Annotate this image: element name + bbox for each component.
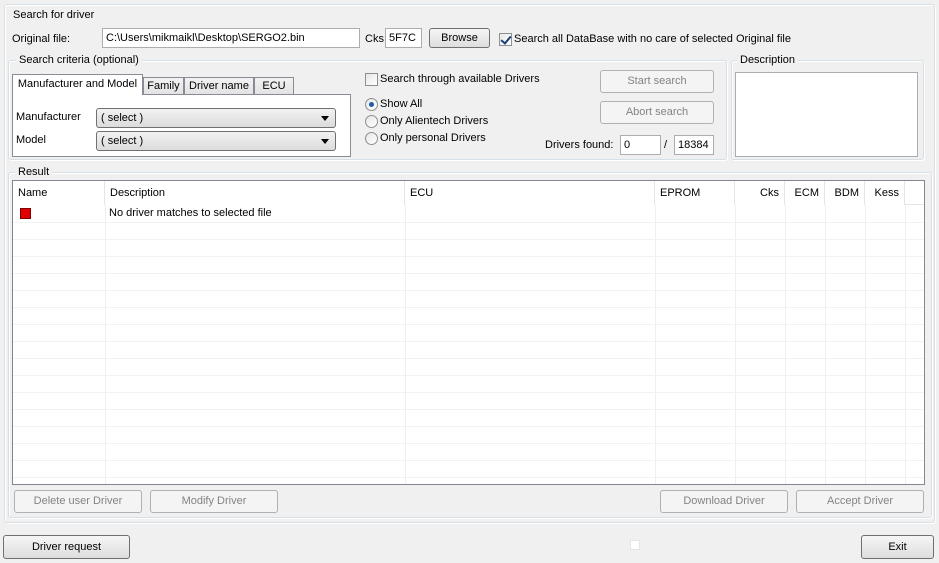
search-criteria-title: Search criteria (optional) — [16, 54, 142, 66]
grid-row-line — [13, 460, 924, 461]
col-header-cks[interactable]: Cks — [735, 181, 785, 205]
table-row[interactable]: No driver matches to selected file — [13, 205, 924, 222]
start-search-button[interactable]: Start search — [600, 70, 714, 93]
tab-manufacturer-model[interactable]: Manufacturer and Model — [12, 74, 143, 95]
exit-button[interactable]: Exit — [861, 535, 934, 559]
grid-row-line — [13, 409, 924, 410]
modify-driver-button[interactable]: Modify Driver — [150, 490, 278, 513]
col-header-name[interactable]: Name — [13, 181, 105, 205]
cks-label: Cks — [365, 33, 384, 45]
description-title: Description — [737, 54, 799, 66]
accept-driver-button[interactable]: Accept Driver — [796, 490, 924, 513]
row-description-cell: No driver matches to selected file — [109, 207, 272, 219]
browse-button[interactable]: Browse — [429, 28, 490, 48]
drivers-found-field: 0 — [620, 135, 661, 155]
drivers-total-field: 18384 — [674, 135, 714, 155]
manufacturer-select[interactable]: ( select ) — [96, 108, 336, 128]
grid-row-line — [13, 443, 924, 444]
grid-row-line — [13, 239, 924, 240]
radio-show-all-label[interactable]: Show All — [380, 97, 422, 111]
search-available-checkbox[interactable] — [365, 73, 378, 86]
grid-row-line — [13, 273, 924, 274]
drivers-separator: / — [664, 139, 668, 151]
search-available-label[interactable]: Search through available Drivers — [380, 72, 540, 86]
tab-ecu[interactable]: ECU — [254, 77, 294, 94]
chevron-down-icon — [321, 139, 329, 144]
manufacturer-label: Manufacturer — [16, 111, 81, 123]
radio-personal-label[interactable]: Only personal Drivers — [380, 131, 486, 145]
tab-family[interactable]: Family — [143, 77, 184, 94]
model-label: Model — [16, 134, 46, 146]
delete-user-driver-button[interactable]: Delete user Driver — [14, 490, 142, 513]
driver-request-button[interactable]: Driver request — [3, 535, 130, 559]
radio-personal[interactable] — [365, 132, 378, 145]
col-header-eprom[interactable]: EPROM — [655, 181, 735, 205]
original-file-field[interactable]: C:\Users\mikmaikl\Desktop\SERGO2.bin — [102, 28, 360, 48]
grid-row-line — [13, 375, 924, 376]
cks-field[interactable]: 5F7C — [385, 28, 422, 48]
grid-row-line — [13, 307, 924, 308]
grid-row-line — [13, 324, 924, 325]
grid-row-line — [13, 341, 924, 342]
grid-row-line — [13, 392, 924, 393]
col-header-kess[interactable]: Kess — [865, 181, 905, 205]
original-file-label: Original file: — [12, 33, 71, 45]
grid-row-line — [13, 290, 924, 291]
col-header-description[interactable]: Description — [105, 181, 405, 205]
result-table[interactable]: Name Description ECU EPROM Cks ECM BDM K… — [12, 180, 925, 485]
chevron-down-icon — [321, 116, 329, 121]
model-select-value: ( select ) — [101, 135, 144, 147]
search-all-checkbox[interactable] — [499, 33, 512, 46]
radio-show-all[interactable] — [365, 98, 378, 111]
grid-row-line — [13, 426, 924, 427]
download-driver-button[interactable]: Download Driver — [660, 490, 788, 513]
model-select[interactable]: ( select ) — [96, 131, 336, 151]
status-square-icon — [20, 208, 31, 219]
abort-search-button[interactable]: Abort search — [600, 101, 714, 124]
search-all-label[interactable]: Search all DataBase with no care of sele… — [514, 32, 791, 46]
radio-alientech[interactable] — [365, 115, 378, 128]
description-field[interactable] — [735, 72, 918, 157]
status-indicator — [630, 540, 640, 550]
grid-row-line — [13, 358, 924, 359]
grid-row-line — [13, 477, 924, 478]
col-header-ecm[interactable]: ECM — [785, 181, 825, 205]
tab-driver-name[interactable]: Driver name — [184, 77, 254, 94]
search-group-title: Search for driver — [13, 9, 95, 21]
grid-row-line — [13, 256, 924, 257]
grid-row-line — [13, 222, 924, 223]
col-header-ecu[interactable]: ECU — [405, 181, 655, 205]
manufacturer-select-value: ( select ) — [101, 112, 144, 124]
drivers-found-label: Drivers found: — [545, 139, 614, 151]
col-header-bdm[interactable]: BDM — [825, 181, 865, 205]
radio-alientech-label[interactable]: Only Alientech Drivers — [380, 114, 488, 128]
result-title: Result — [15, 166, 53, 178]
